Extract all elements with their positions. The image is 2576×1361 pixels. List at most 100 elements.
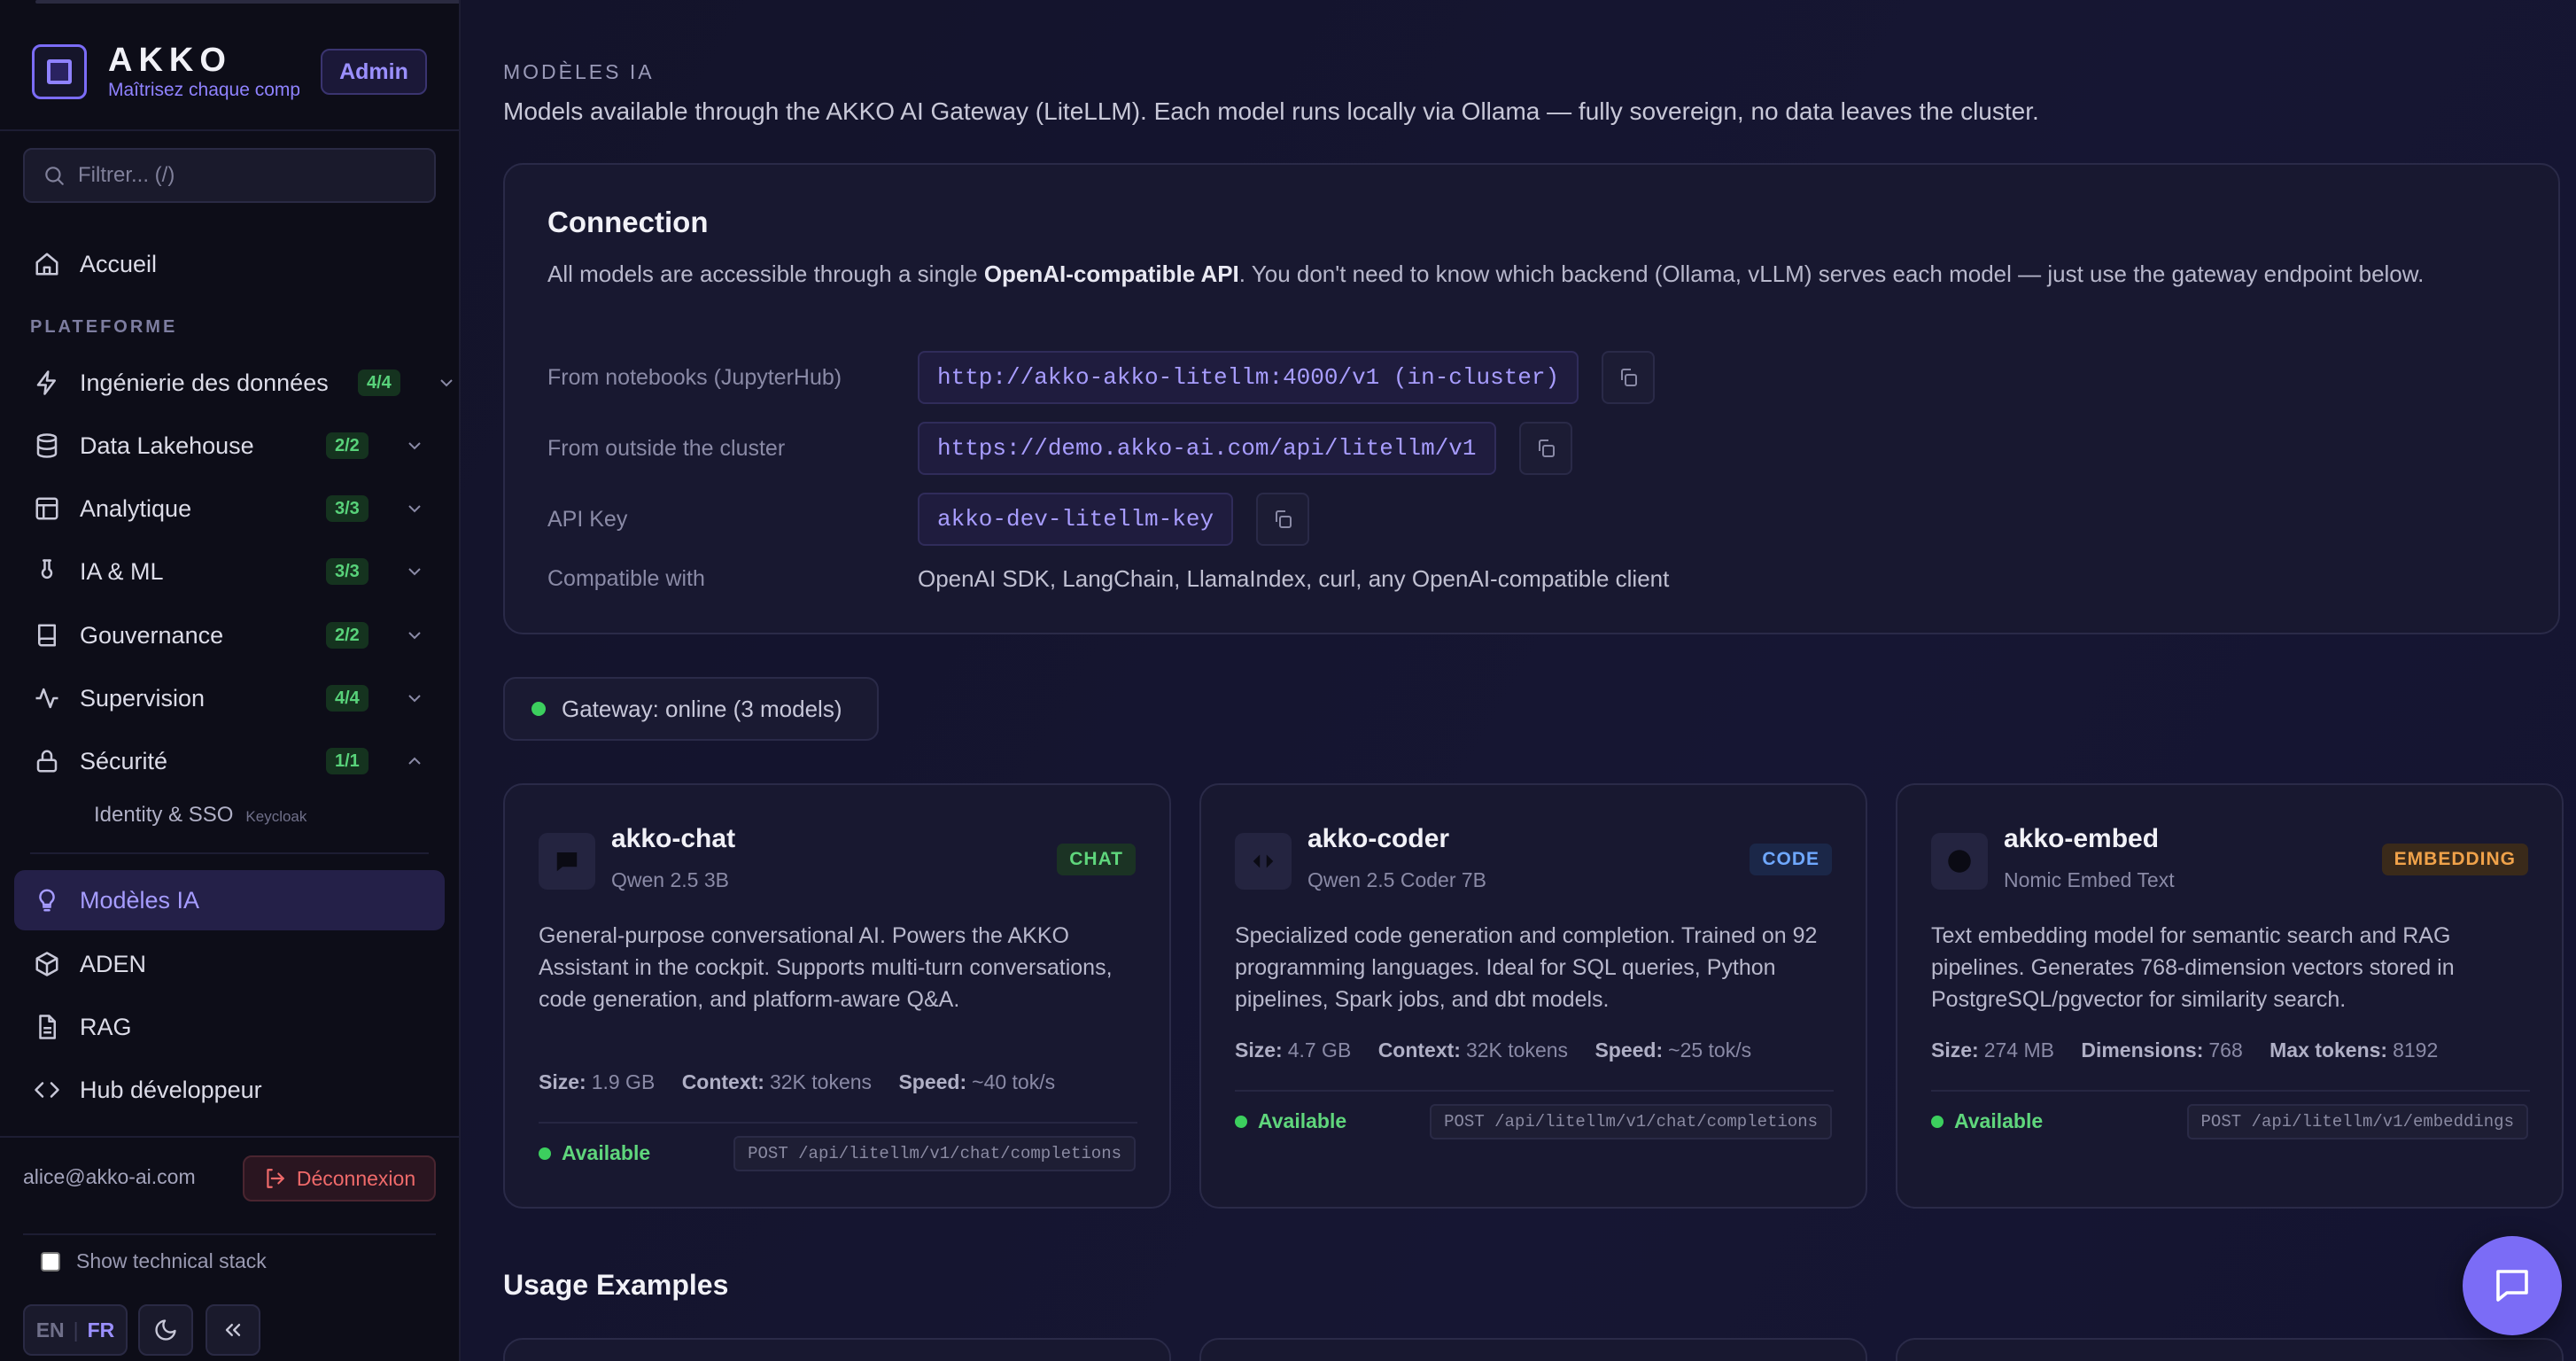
spec-key: Speed: [1594, 1038, 1664, 1062]
sidebar-item-label: Sécurité [80, 747, 168, 774]
lightning-icon [32, 368, 62, 398]
spec-value: 8192 [2393, 1038, 2439, 1062]
spec-value: ~25 tok/s [1668, 1038, 1752, 1062]
sidebar-item-hub-developpeur[interactable]: Hub développeur [14, 1060, 445, 1120]
model-base: Nomic Embed Text [2004, 868, 2175, 891]
chevron-down-icon[interactable] [404, 561, 425, 582]
theme-toggle-button[interactable] [138, 1304, 193, 1356]
model-endpoint[interactable]: POST /api/litellm/v1/embeddings [2186, 1104, 2528, 1139]
brand[interactable]: AKKO Maîtrisez chaque composant [32, 43, 299, 101]
language-switch[interactable]: EN | FR [23, 1304, 128, 1356]
sidebar-item-label: IA & ML [80, 557, 164, 585]
activity-icon [32, 683, 62, 713]
connection-key: API Key [547, 506, 628, 532]
model-type-badge: CHAT [1057, 844, 1136, 875]
divider [1931, 1090, 2530, 1092]
subitem-tag: Keycloak [245, 808, 307, 825]
flask-icon [32, 556, 62, 587]
divider [30, 852, 429, 854]
model-name: akko-chat [611, 824, 736, 853]
admin-badge: Admin [321, 49, 427, 95]
sidebar-item-rag[interactable]: RAG [14, 997, 445, 1057]
status-dot-icon [531, 702, 546, 716]
gateway-status-text: Gateway: online (3 models) [562, 695, 842, 722]
spec-key: Speed: [898, 1070, 967, 1093]
sidebar-item-ingenierie[interactable]: Ingénierie des données 4/4 [14, 353, 453, 413]
brand-tagline: Maîtrisez chaque composant [108, 80, 299, 100]
count-badge: 2/2 [326, 432, 369, 459]
model-specs: Size: 274 MB Dimensions: 768 Max tokens: 81… [1931, 1038, 2459, 1062]
count-badge: 2/2 [326, 622, 369, 649]
chevron-down-icon[interactable] [404, 498, 425, 519]
count-badge: 3/3 [326, 495, 369, 522]
sidebar: AKKO Maîtrisez chaque composant Admin Ac… [0, 0, 461, 1361]
model-base: Qwen 2.5 3B [611, 868, 729, 891]
collapse-sidebar-button[interactable] [206, 1304, 260, 1356]
status-dot-icon [1235, 1115, 1247, 1128]
chevron-down-icon[interactable] [404, 435, 425, 456]
usage-example-card[interactable] [1896, 1338, 2564, 1361]
lock-icon [32, 746, 62, 776]
model-card-akko-coder[interactable]: akko-coder Qwen 2.5 Coder 7B CODE Specia… [1199, 783, 1867, 1209]
model-status: Available [1235, 1109, 1346, 1133]
sidebar-item-label: Data Lakehouse [80, 432, 254, 459]
lang-fr[interactable]: FR [88, 1318, 115, 1342]
copy-button[interactable] [1256, 493, 1310, 546]
usage-example-card[interactable] [503, 1338, 1171, 1361]
sidebar-item-ia-ml[interactable]: IA & ML 3/3 [14, 541, 445, 602]
sidebar-item-modeles-ia[interactable]: Modèles IA [14, 870, 445, 930]
top-scrollbar [35, 0, 459, 4]
endpoint-value[interactable]: http://akko-akko-litellm:4000/v1 (in-clu… [918, 351, 1579, 404]
connection-row: From notebooks (JupyterHub) http://akko-… [547, 351, 1656, 404]
api-key-value[interactable]: akko-dev-litellm-key [918, 493, 1234, 546]
endpoint-value[interactable]: https://demo.akko-ai.com/api/litellm/v1 [918, 422, 1496, 475]
chevron-down-icon[interactable] [436, 372, 457, 393]
lang-en[interactable]: EN [36, 1318, 65, 1342]
sidebar-item-analytique[interactable]: Analytique 3/3 [14, 478, 445, 539]
chevrons-left-icon [225, 1324, 241, 1336]
sidebar-item-lakehouse[interactable]: Data Lakehouse 2/2 [14, 416, 445, 476]
connection-panel: Connection All models are accessible thr… [503, 163, 2560, 634]
sidebar-item-label: Modèles IA [80, 886, 200, 914]
copy-button[interactable] [1518, 422, 1572, 475]
divider [1235, 1090, 1834, 1092]
sidebar-search [23, 148, 436, 203]
sidebar-item-accueil[interactable]: Accueil [14, 234, 445, 294]
model-endpoint[interactable]: POST /api/litellm/v1/chat/completions [1430, 1104, 1832, 1139]
model-card-akko-chat[interactable]: akko-chat Qwen 2.5 3B CHAT General-purpo… [503, 783, 1171, 1209]
spec-value: 32K tokens [769, 1070, 873, 1093]
usage-examples-heading: Usage Examples [503, 1269, 729, 1301]
gateway-status: Gateway: online (3 models) [503, 677, 879, 741]
copy-button[interactable] [1602, 351, 1656, 404]
section-label-plateforme: PLATEFORME [30, 317, 178, 337]
sidebar-item-label: Accueil [80, 250, 158, 277]
connection-key: From outside the cluster [547, 435, 786, 461]
model-endpoint[interactable]: POST /api/litellm/v1/chat/completions [733, 1136, 1136, 1171]
sidebar-item-supervision[interactable]: Supervision 4/4 [14, 668, 445, 728]
spec-value: 768 [2208, 1038, 2243, 1062]
search-input[interactable] [78, 163, 415, 188]
model-card-akko-embed[interactable]: akko-embed Nomic Embed Text EMBEDDING Te… [1896, 783, 2564, 1209]
sidebar-subitem-identity-sso[interactable]: Identity & SSO Keycloak [94, 803, 306, 828]
usage-example-card[interactable] [1199, 1338, 1867, 1361]
assistant-chat-button[interactable] [2463, 1236, 2562, 1335]
intro-bold: OpenAI-compatible API [983, 261, 1239, 287]
chevron-down-icon[interactable] [404, 688, 425, 709]
sidebar-item-label: Supervision [80, 684, 206, 712]
sidebar-item-gouvernance[interactable]: Gouvernance 2/2 [14, 605, 445, 665]
sidebar-item-securite[interactable]: Sécurité 1/1 [14, 731, 445, 791]
chat-bubble-icon [539, 833, 595, 890]
show-stack-checkbox[interactable] [41, 1251, 60, 1272]
home-icon [32, 249, 62, 279]
copy-icon [1538, 439, 1555, 457]
show-stack-toggle[interactable]: Show technical stack [41, 1249, 267, 1273]
database-icon [32, 431, 62, 461]
model-type-badge: CODE [1750, 844, 1832, 875]
logout-button[interactable]: Déconnexion [243, 1155, 436, 1202]
status-dot-icon [539, 1147, 551, 1160]
sidebar-item-aden[interactable]: ADEN [14, 934, 445, 994]
chevron-down-icon[interactable] [404, 625, 425, 646]
layout-icon [32, 494, 62, 524]
akko-logo-icon [32, 44, 87, 99]
chevron-up-icon[interactable] [404, 750, 425, 772]
